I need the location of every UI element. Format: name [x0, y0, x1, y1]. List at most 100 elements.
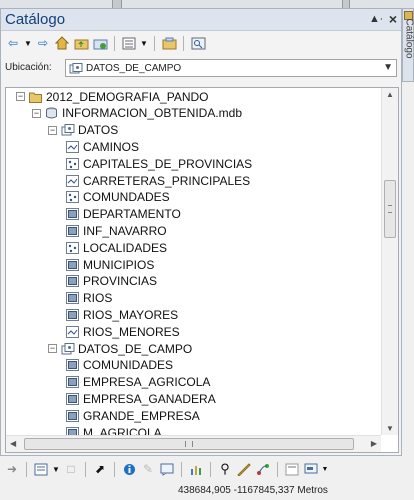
- status-bar: 438684,905 -1167845,337 Metros: [0, 482, 414, 500]
- tree-item[interactable]: − DATOS: [48, 122, 118, 139]
- tree-item[interactable]: − INFORMACION_OBTENIDA.mdb: [32, 105, 242, 122]
- tree-item[interactable]: COMUNIDADES: [66, 357, 173, 374]
- feature-dataset-icon: [69, 63, 83, 78]
- catalog-toolbar: ⇦ ▼ ⇨ ▼: [1, 32, 401, 54]
- forward-arrow-icon[interactable]: ⇨: [35, 35, 51, 51]
- tree-item-label: COMUNDADES: [83, 190, 170, 205]
- tree-item[interactable]: MUNICIPIOS: [66, 256, 154, 273]
- tree-item[interactable]: INF_NAVARRO: [66, 222, 167, 239]
- tree-item[interactable]: − 2012_DEMOGRAFIA_PANDO: [16, 88, 209, 105]
- collapse-toggle-icon[interactable]: −: [48, 125, 57, 135]
- point-feature-class-icon: [66, 241, 79, 254]
- tree-item[interactable]: EMPRESA_AGRICOLA: [66, 374, 210, 391]
- catalog-panel: Catálogo ▲∙ × ⇦ ▼ ⇨ ▼ Ubicación: DATOS_D…: [0, 8, 402, 456]
- tree-item-label: CARRETERAS_PRINCIPALES: [83, 173, 251, 188]
- toolbar-separator: [210, 461, 211, 477]
- graph-icon[interactable]: [188, 461, 204, 477]
- box-icon[interactable]: □: [63, 461, 79, 477]
- search-window-icon[interactable]: [190, 35, 206, 51]
- collapse-toggle-icon[interactable]: −: [32, 108, 41, 118]
- tree-item[interactable]: RIOS_MAYORES: [66, 306, 178, 323]
- home-icon[interactable]: [54, 35, 70, 51]
- toolbar-separator: [114, 35, 115, 51]
- hyperlink-icon[interactable]: [284, 461, 300, 477]
- bottom-toolbar: ➜ ▼ □ ⬈ ✎ ⚲ ▼: [0, 458, 414, 480]
- top-window-strip: [0, 0, 414, 8]
- tree-item[interactable]: RIOS_MENORES: [66, 323, 180, 340]
- toolbar-separator: [154, 35, 155, 51]
- polygon-feature-class-icon: [66, 359, 79, 372]
- pin-icon[interactable]: ▲∙: [369, 13, 383, 25]
- arrow-right-icon[interactable]: ➜: [4, 461, 20, 477]
- line-feature-class-icon: [66, 174, 79, 187]
- location-row: Ubicación: DATOS_DE_CAMPO ▼: [1, 57, 401, 79]
- toolbar-separator: [114, 461, 115, 477]
- tree-item[interactable]: RIOS: [66, 290, 112, 307]
- tree-item[interactable]: − DATOS_DE_CAMPO: [48, 340, 192, 357]
- side-tab-label: Catálogo: [403, 18, 414, 59]
- pencil-icon[interactable]: ✎: [140, 461, 156, 477]
- scroll-left-arrow[interactable]: ◀: [10, 439, 16, 448]
- map-coordinates: 438684,905 -1167845,337 Metros: [178, 485, 328, 496]
- tree-item[interactable]: LOCALIDADES: [66, 239, 167, 256]
- chevron-down-icon[interactable]: ▼: [383, 62, 393, 73]
- tree-item[interactable]: CAMINOS: [66, 138, 139, 155]
- collapse-toggle-icon[interactable]: −: [16, 92, 25, 101]
- scroll-down-arrow[interactable]: ▼: [386, 424, 394, 433]
- catalog-side-tab[interactable]: Catálogo: [402, 8, 414, 82]
- connect-folder-icon[interactable]: [92, 35, 108, 51]
- close-icon[interactable]: ×: [389, 11, 397, 27]
- vertical-scroll-thumb[interactable]: [384, 180, 396, 238]
- toolbar-options-icon[interactable]: ▼: [322, 461, 329, 477]
- tree-item-label: CAMINOS: [83, 139, 140, 154]
- dropdown-arrow-icon[interactable]: ▼: [52, 461, 60, 477]
- tree-item-label: INFORMACION_OBTENIDA.mdb: [62, 106, 243, 121]
- find-icon[interactable]: ⚲: [217, 461, 233, 477]
- dropdown-arrow-icon[interactable]: ▼: [24, 35, 32, 51]
- tree-item-label: COMUNIDADES: [83, 358, 174, 373]
- tree-item[interactable]: DEPARTAMENTO: [66, 206, 181, 223]
- toolbar-separator: [183, 35, 184, 51]
- tree-item-label: 2012_DEMOGRAFIA_PANDO: [46, 89, 209, 104]
- tree-item-label: RIOS: [83, 291, 113, 306]
- scroll-up-arrow[interactable]: ▲: [386, 90, 394, 99]
- horizontal-scroll-thumb[interactable]: [24, 438, 354, 450]
- tree-item[interactable]: GRANDE_EMPRESA: [66, 407, 200, 424]
- launch-arccatalog-icon[interactable]: [161, 35, 177, 51]
- feature-dataset-icon: [61, 124, 75, 136]
- catalog-tree: −2012_DEMOGRAFIA_PANDO − INFORMACION_OBTEN…: [5, 87, 399, 453]
- identify-icon[interactable]: [121, 461, 137, 477]
- editor-icon[interactable]: [33, 461, 49, 477]
- line-feature-class-icon: [66, 140, 79, 153]
- tree-item[interactable]: EMPRESA_GANADERA: [66, 390, 216, 407]
- polygon-feature-class-icon: [66, 208, 79, 221]
- location-combobox[interactable]: DATOS_DE_CAMPO ▼: [65, 59, 397, 77]
- view-options-dropdown-icon[interactable]: ▼: [140, 35, 148, 51]
- location-value: DATOS_DE_CAMPO: [86, 63, 182, 74]
- tree-item[interactable]: PROVINCIAS: [66, 273, 157, 290]
- time-slider-icon[interactable]: [303, 461, 319, 477]
- tree-item-label: RIOS_MENORES: [83, 324, 180, 339]
- measure-icon[interactable]: [236, 461, 252, 477]
- window-edge-handle: [112, 0, 122, 8]
- tree-item-label: EMPRESA_GANADERA: [83, 391, 216, 406]
- point-feature-class-icon: [66, 191, 79, 204]
- polygon-feature-class-icon: [66, 275, 79, 288]
- back-arrow-icon[interactable]: ⇦: [5, 35, 21, 51]
- polygon-feature-class-icon: [66, 308, 79, 321]
- folder-up-icon[interactable]: [73, 35, 89, 51]
- select-pointer-icon[interactable]: ⬈: [92, 461, 108, 477]
- route-icon[interactable]: [255, 461, 271, 477]
- tree-item[interactable]: COMUNDADES: [66, 189, 170, 206]
- toggle-contents-icon[interactable]: [121, 35, 137, 51]
- tree-item-label: MUNICIPIOS: [83, 257, 155, 272]
- tree-item-label: CAPITALES_DE_PROVINCIAS: [83, 156, 253, 171]
- horizontal-scrollbar[interactable]: ◀ ▶: [6, 435, 381, 452]
- tree-item[interactable]: CAPITALES_DE_PROVINCIAS: [66, 155, 252, 172]
- tree-item[interactable]: CARRETERAS_PRINCIPALES: [66, 172, 250, 189]
- polygon-feature-class-icon: [66, 224, 79, 237]
- scroll-right-arrow[interactable]: ▶: [371, 439, 377, 448]
- vertical-scrollbar[interactable]: ▲ ▼: [381, 88, 398, 435]
- html-popup-icon[interactable]: [159, 461, 175, 477]
- collapse-toggle-icon[interactable]: −: [48, 344, 57, 353]
